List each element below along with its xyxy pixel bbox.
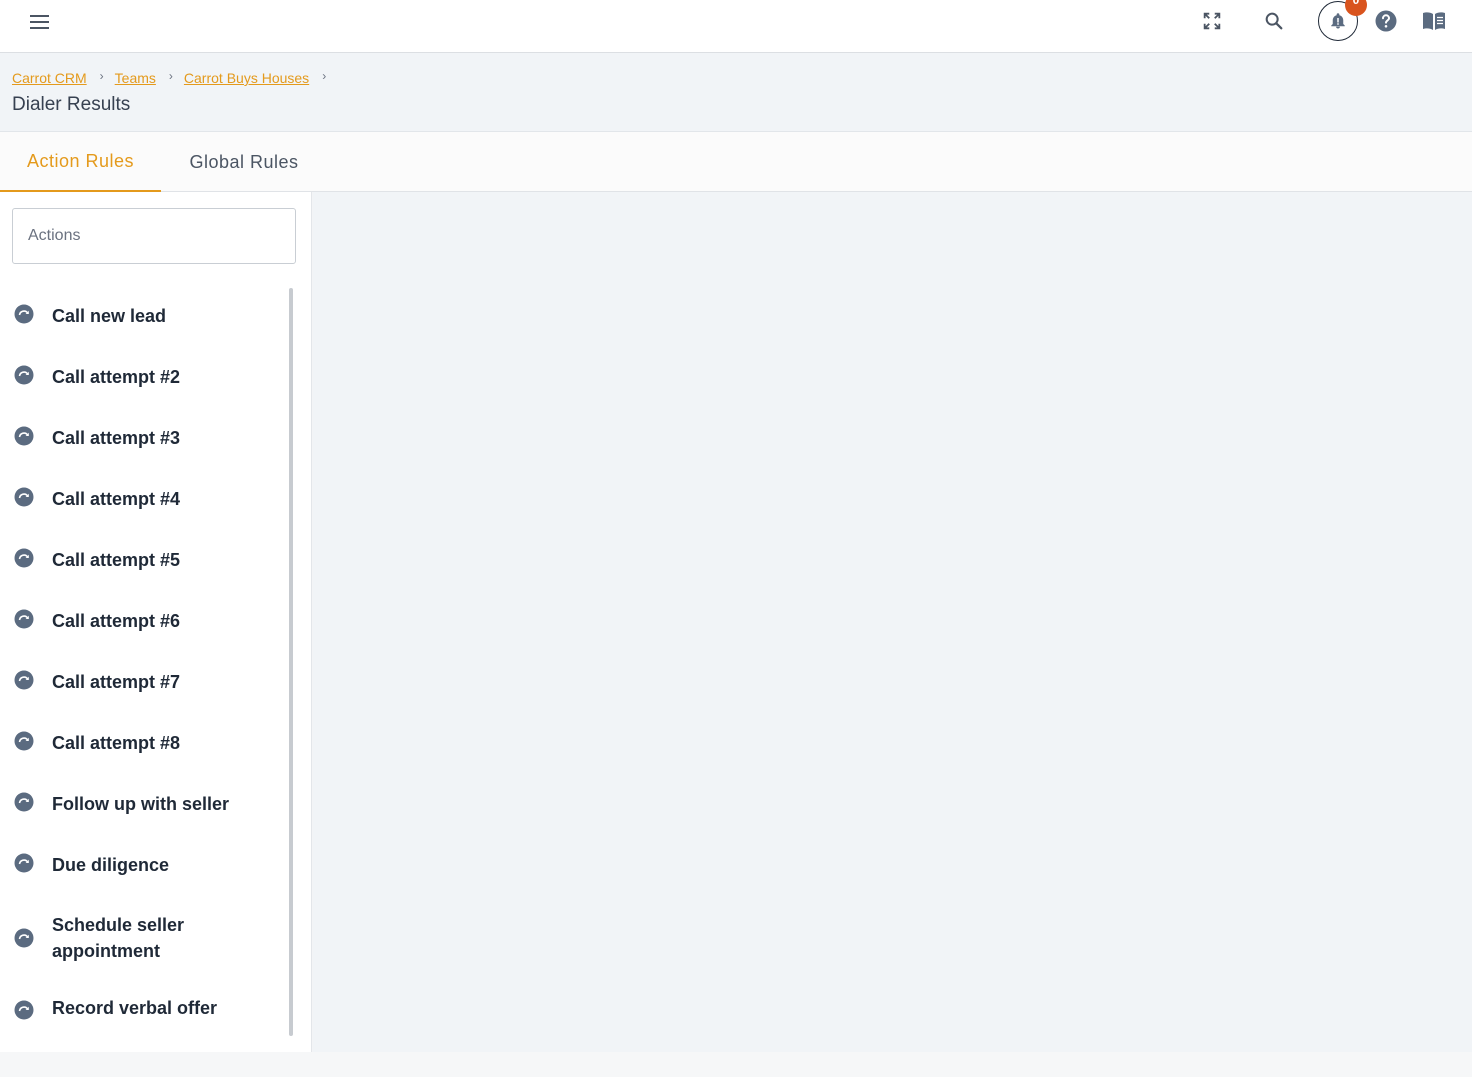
docs-button[interactable] <box>1414 1 1454 41</box>
action-list-scrollbar[interactable] <box>289 288 293 1036</box>
refresh-icon <box>14 853 34 873</box>
chevron-right-icon: › <box>99 69 104 83</box>
chevron-right-icon: › <box>322 69 327 83</box>
breadcrumb: Carrot CRM › Teams › Carrot Buys Houses … <box>12 69 337 86</box>
action-item-due-diligence[interactable]: Due diligence <box>0 837 280 898</box>
refresh-icon <box>14 548 34 568</box>
notification-count-badge: 0 <box>1345 0 1367 16</box>
refresh-icon <box>14 670 34 690</box>
breadcrumb-link-carrot-crm[interactable]: Carrot CRM <box>12 70 87 86</box>
action-item-label: Call attempt #7 <box>52 672 181 692</box>
action-item-label: Call attempt #5 <box>52 550 181 570</box>
breadcrumb-link-team[interactable]: Carrot Buys Houses <box>184 70 309 86</box>
fullscreen-icon <box>1203 12 1221 30</box>
action-item-label: Call new lead <box>52 306 167 326</box>
action-item-label: Call attempt #8 <box>52 733 181 753</box>
action-item-label: Due diligence <box>52 855 170 875</box>
bell-icon <box>1331 13 1345 29</box>
action-item-label: Call attempt #2 <box>52 367 181 387</box>
page-footer-strip <box>0 1052 1472 1077</box>
search-button[interactable] <box>1254 1 1294 41</box>
refresh-icon <box>14 426 34 446</box>
refresh-icon <box>14 792 34 812</box>
tab-global-rules[interactable]: Global Rules <box>161 132 327 192</box>
help-button[interactable] <box>1366 1 1406 41</box>
refresh-icon <box>14 1000 34 1020</box>
action-item-call-attempt-7[interactable]: Call attempt #7 <box>0 654 280 715</box>
refresh-icon <box>14 731 34 751</box>
action-item-label: Call attempt #4 <box>52 489 181 509</box>
action-item-record-verbal-offer[interactable]: Record verbal offer <box>0 986 280 1038</box>
actions-panel: Call new lead Call attempt #2 Call attem… <box>0 192 312 1052</box>
book-icon <box>1423 12 1445 30</box>
menu-icon <box>30 15 49 29</box>
action-item-call-attempt-6[interactable]: Call attempt #6 <box>0 593 280 654</box>
action-item-label: Schedule seller appointment <box>52 915 185 961</box>
action-item-call-attempt-2[interactable]: Call attempt #2 <box>0 349 280 410</box>
refresh-icon <box>14 609 34 629</box>
action-item-label: Call attempt #6 <box>52 611 181 631</box>
action-item-follow-up-with-seller[interactable]: Follow up with seller <box>0 776 280 837</box>
refresh-icon <box>14 928 34 948</box>
page-header: Carrot CRM › Teams › Carrot Buys Houses … <box>0 53 1472 132</box>
action-item-label: Record verbal offer <box>52 998 218 1018</box>
refresh-icon <box>14 304 34 324</box>
rules-content-area <box>313 192 1472 1052</box>
refresh-icon <box>14 365 34 385</box>
tab-bar: Action Rules Global Rules <box>0 132 1472 192</box>
menu-button[interactable] <box>26 8 54 36</box>
action-item-schedule-seller-appointment[interactable]: Schedule seller appointment <box>0 898 280 986</box>
notifications-button[interactable]: 0 <box>1318 0 1367 41</box>
refresh-icon <box>14 487 34 507</box>
search-icon <box>1265 12 1283 30</box>
action-item-call-new-lead[interactable]: Call new lead <box>0 288 280 349</box>
chevron-right-icon: › <box>168 69 173 83</box>
action-item-label: Call attempt #3 <box>52 428 181 448</box>
help-icon <box>1375 10 1397 32</box>
action-item-call-attempt-5[interactable]: Call attempt #5 <box>0 532 280 593</box>
action-item-call-attempt-4[interactable]: Call attempt #4 <box>0 471 280 532</box>
actions-search-input[interactable] <box>12 208 296 264</box>
top-bar: 0 <box>0 0 1472 53</box>
tab-action-rules[interactable]: Action Rules <box>0 132 161 192</box>
fullscreen-button[interactable] <box>1192 1 1232 41</box>
action-item-call-attempt-8[interactable]: Call attempt #8 <box>0 715 280 776</box>
action-item-call-attempt-3[interactable]: Call attempt #3 <box>0 410 280 471</box>
breadcrumb-link-teams[interactable]: Teams <box>115 70 156 86</box>
action-item-label: Follow up with seller <box>52 794 230 814</box>
page-title: Dialer Results <box>12 94 131 115</box>
